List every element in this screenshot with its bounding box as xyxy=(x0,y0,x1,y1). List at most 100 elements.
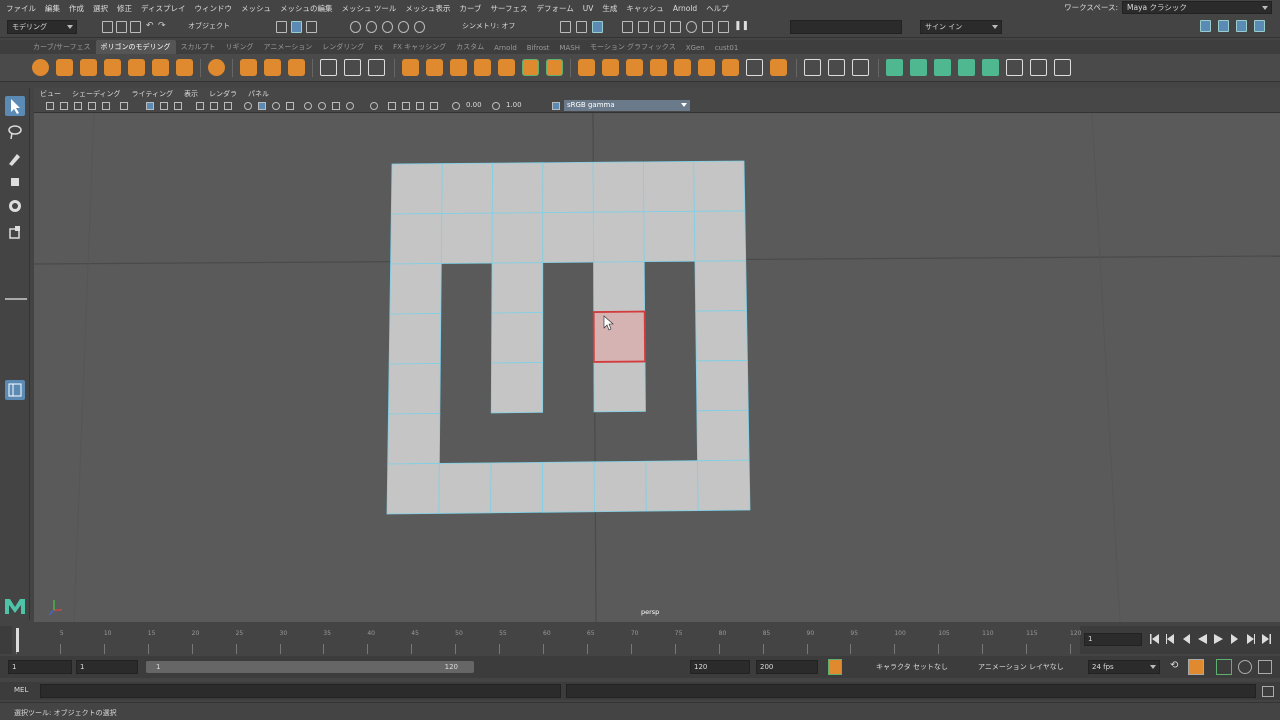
attribute-editor-icon[interactable] xyxy=(1218,20,1229,32)
color-management-icon[interactable] xyxy=(552,102,560,110)
render-view-icon[interactable] xyxy=(622,21,633,33)
audio-icon[interactable] xyxy=(1258,660,1272,674)
shelf-tab-sculpting[interactable]: スカルプト xyxy=(176,40,221,54)
mesh-face[interactable] xyxy=(491,312,544,364)
symmetry-dropdown[interactable]: シンメトリ: オフ xyxy=(458,20,532,34)
select-camera-icon[interactable] xyxy=(46,102,54,110)
field-chart-icon[interactable] xyxy=(416,102,424,110)
channel-box-icon[interactable] xyxy=(1254,20,1265,32)
pause-icon[interactable]: ❚❚ xyxy=(734,21,749,33)
insert-edge-loop-icon[interactable] xyxy=(828,59,845,76)
lasso-tool-icon[interactable] xyxy=(5,122,25,142)
combine-icon[interactable] xyxy=(402,59,419,76)
save-scene-icon[interactable] xyxy=(130,21,141,33)
bookmarks-icon[interactable] xyxy=(88,102,96,110)
smooth-icon[interactable] xyxy=(450,59,467,76)
mesh-face[interactable] xyxy=(593,261,646,313)
mesh-face[interactable] xyxy=(695,310,748,362)
safe-action-icon[interactable] xyxy=(430,102,438,110)
mesh-face[interactable] xyxy=(390,163,443,215)
menu-windows[interactable]: ウィンドウ xyxy=(194,3,232,14)
construction-history-icon[interactable] xyxy=(592,21,603,33)
poly-plane-icon[interactable] xyxy=(152,59,169,76)
snap-view-plane-icon[interactable] xyxy=(398,21,409,33)
range-slider[interactable]: 1 120 xyxy=(146,661,474,673)
mesh-face[interactable] xyxy=(386,463,440,515)
snap-grid-icon[interactable] xyxy=(350,21,361,33)
input-ops-icon[interactable] xyxy=(560,21,571,33)
mesh-face[interactable] xyxy=(542,161,594,214)
viewport-menu-show[interactable]: 表示 xyxy=(184,89,198,99)
shelf-tab-bifrost[interactable]: Bifrost xyxy=(522,42,555,54)
mesh-face[interactable] xyxy=(592,161,645,213)
exposure-icon[interactable] xyxy=(452,102,460,110)
poly-cylinder-icon[interactable] xyxy=(80,59,97,76)
planar-map-icon[interactable] xyxy=(910,59,927,76)
type-tool-icon[interactable] xyxy=(264,59,281,76)
select-object-icon[interactable] xyxy=(291,21,302,33)
cut-uv-icon[interactable] xyxy=(1054,59,1071,76)
uv-layout-icon[interactable] xyxy=(1030,59,1047,76)
motion-blur-icon[interactable] xyxy=(318,102,326,110)
four-view-layout-icon[interactable] xyxy=(5,342,25,362)
mirror-icon[interactable] xyxy=(498,59,515,76)
hypershade-icon[interactable] xyxy=(686,21,697,33)
select-tool-icon[interactable] xyxy=(5,96,25,116)
anim-start-field[interactable]: 1 xyxy=(8,660,72,674)
menu-display[interactable]: ディスプレイ xyxy=(141,3,185,14)
step-back-key-icon[interactable] xyxy=(1166,634,1175,644)
quadrangulate-icon[interactable] xyxy=(746,59,763,76)
viewport-menu-renderer[interactable]: レンダラ xyxy=(209,89,237,99)
scale-tool-icon[interactable] xyxy=(5,222,25,242)
quick-select-field[interactable] xyxy=(790,20,902,34)
snap-point-icon[interactable] xyxy=(382,21,393,33)
resolution-gate-icon[interactable] xyxy=(388,102,396,110)
shelf-tab-fx-caching[interactable]: FX キャッシング xyxy=(388,40,451,54)
paint-select-tool-icon[interactable] xyxy=(5,148,25,168)
retopologize-icon[interactable] xyxy=(770,59,787,76)
menu-create[interactable]: 作成 xyxy=(69,3,84,14)
key-toggle-icon[interactable] xyxy=(1216,659,1232,675)
poke-face-icon[interactable] xyxy=(650,59,667,76)
mesh-face[interactable] xyxy=(390,213,443,265)
poly-disc-icon[interactable] xyxy=(176,59,193,76)
shelf-tab-fx[interactable]: FX xyxy=(369,42,388,54)
menu-help[interactable]: ヘルプ xyxy=(706,3,729,14)
delete-history-icon[interactable] xyxy=(368,59,385,76)
use-lights-icon[interactable] xyxy=(210,102,218,110)
poly-plane-mesh[interactable] xyxy=(386,160,751,515)
playback-end-field[interactable]: 120 xyxy=(690,660,750,674)
depth-of-field-icon[interactable] xyxy=(346,102,354,110)
uv-unfold-icon[interactable] xyxy=(1006,59,1023,76)
auto-key-icon[interactable] xyxy=(1188,659,1204,675)
mesh-face[interactable] xyxy=(387,413,441,465)
mesh-face[interactable] xyxy=(593,460,647,513)
separate-icon[interactable] xyxy=(426,59,443,76)
cylindrical-map-icon[interactable] xyxy=(934,59,951,76)
menu-edit[interactable]: 編集 xyxy=(45,3,60,14)
isolate-select-icon[interactable] xyxy=(244,102,252,110)
snap-curve-icon[interactable] xyxy=(366,21,377,33)
object-mode-dropdown[interactable]: オブジェクト xyxy=(184,20,254,34)
open-scene-icon[interactable] xyxy=(116,21,127,33)
shelf-tab-cust01[interactable]: cust01 xyxy=(710,42,744,54)
menu-surfaces[interactable]: サーフェス xyxy=(490,3,527,14)
selected-face[interactable] xyxy=(592,310,646,363)
mesh-face[interactable] xyxy=(693,210,747,262)
mesh-face[interactable] xyxy=(491,162,544,214)
character-set-label[interactable]: キャラクタ セットなし xyxy=(876,662,948,672)
move-tool-icon[interactable] xyxy=(5,172,25,192)
new-scene-icon[interactable] xyxy=(102,21,113,33)
menu-arnold[interactable]: Arnold xyxy=(673,4,697,13)
shelf-tab-curves-surfaces[interactable]: カーブ/サーフェス xyxy=(28,40,96,54)
mesh-face[interactable] xyxy=(388,363,441,415)
poly-cube-icon[interactable] xyxy=(56,59,73,76)
platonic-solid-icon[interactable] xyxy=(208,59,225,76)
tool-settings-icon[interactable] xyxy=(1236,20,1247,32)
render-frame-icon[interactable] xyxy=(638,21,649,33)
mesh-face[interactable] xyxy=(490,461,544,514)
outliner-layout-icon[interactable] xyxy=(5,380,25,400)
wireframe-on-shaded-icon[interactable] xyxy=(174,102,182,110)
redo-icon[interactable]: ↷ xyxy=(158,21,169,33)
menu-generate[interactable]: 生成 xyxy=(602,3,617,14)
